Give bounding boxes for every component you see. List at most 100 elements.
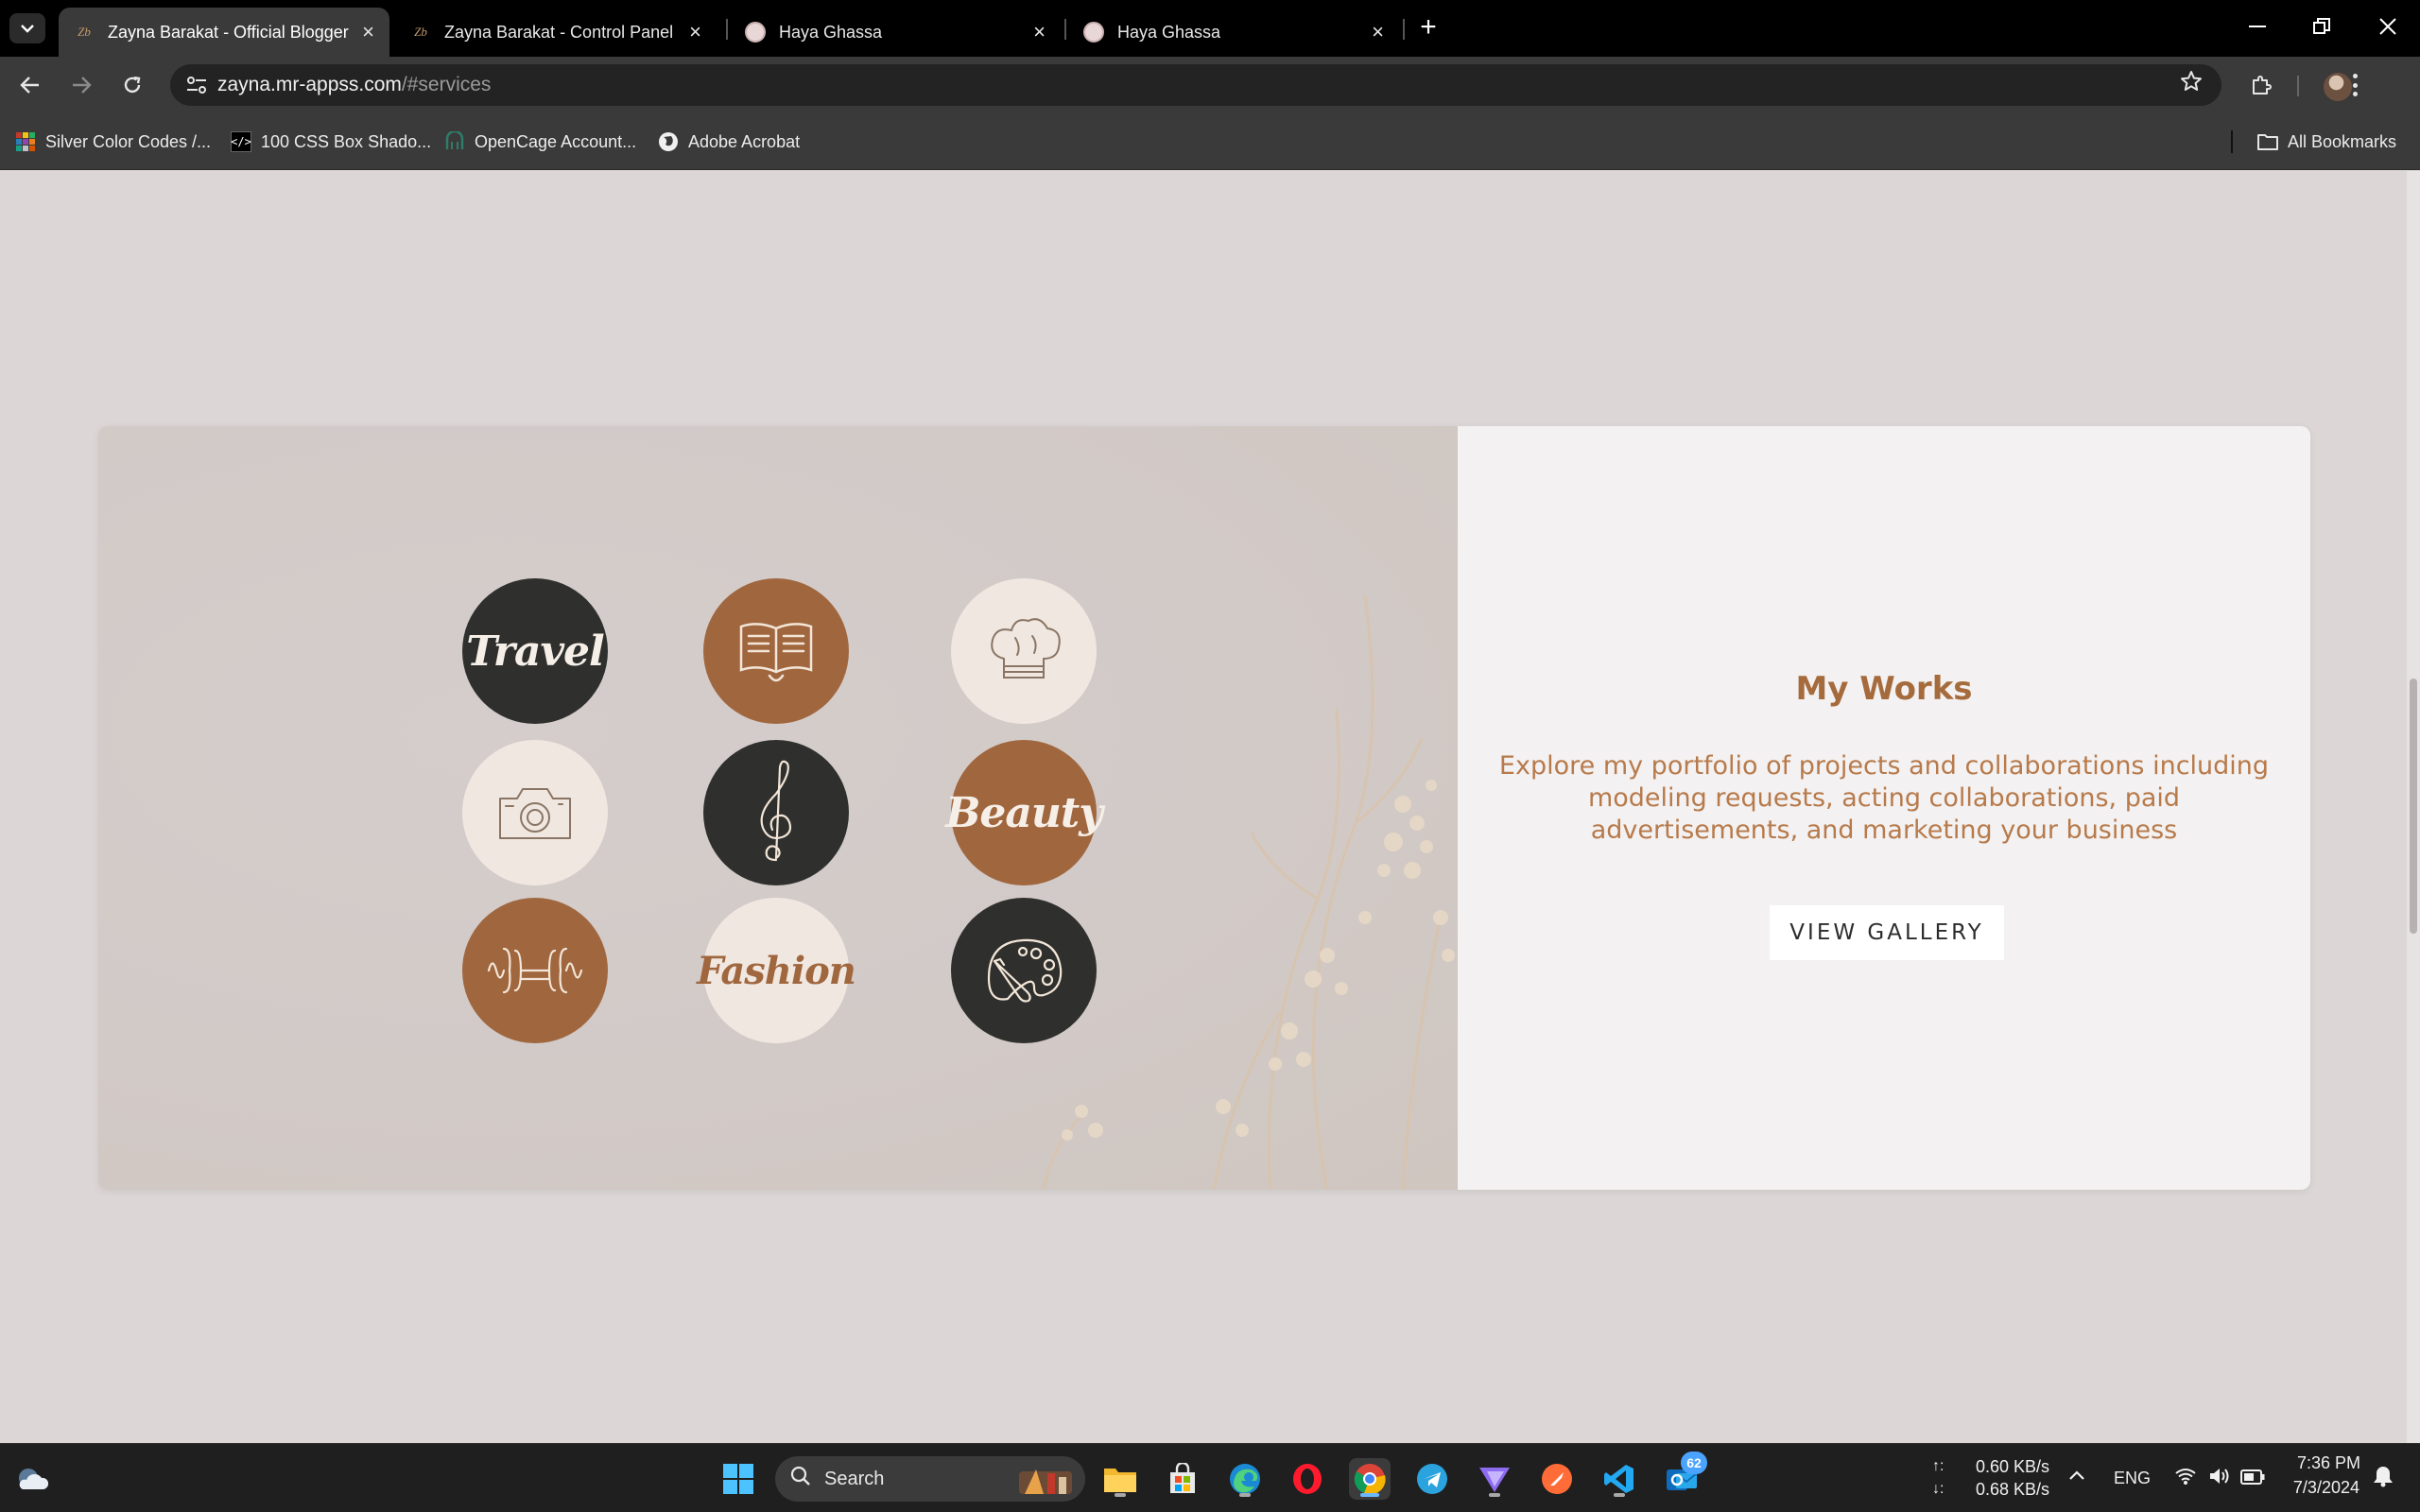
download-arrow: ↓:: [1932, 1481, 1945, 1497]
microsoft-store-app[interactable]: [1162, 1458, 1203, 1500]
url-text: zayna.mr-appss.com/#services: [217, 74, 491, 96]
works-image-panel: Travel Beauty Fashion: [98, 426, 1458, 1190]
chevron-down-icon: [21, 25, 34, 33]
scrollbar-thumb[interactable]: [2410, 679, 2417, 934]
edge-app[interactable]: [1224, 1458, 1266, 1500]
chrome-app[interactable]: [1349, 1458, 1391, 1500]
page-scrollbar[interactable]: [2407, 171, 2420, 1443]
site-info-button[interactable]: [176, 64, 217, 106]
bookmark-label: OpenCage Account...: [475, 131, 637, 151]
new-tab-button[interactable]: +: [1412, 11, 1444, 43]
fashion-label: Fashion: [697, 948, 856, 993]
tab-control-panel[interactable]: Zb Zayna Barakat - Control Panel ×: [395, 8, 717, 57]
travel-highlight[interactable]: Travel: [462, 578, 608, 724]
telegram-app[interactable]: [1411, 1458, 1453, 1500]
search-label: Search: [824, 1468, 885, 1489]
close-icon[interactable]: ×: [1372, 20, 1384, 44]
back-button[interactable]: [13, 68, 47, 102]
battery-icon: [2240, 1469, 2265, 1485]
all-bookmarks-label: All Bookmarks: [2288, 131, 2397, 151]
reload-button[interactable]: [115, 68, 149, 102]
notifications-button[interactable]: [2373, 1465, 2394, 1493]
windows-taskbar: Search ↑: ↓: 0.60 KB/s 0.68 KB/s ENG 7:3…: [0, 1443, 2420, 1512]
bookmark-label: Silver Color Codes /...: [45, 131, 212, 151]
bell-icon: [2374, 1467, 2393, 1487]
vpn-app[interactable]: [1474, 1458, 1515, 1500]
bookmark-label: Adobe Acrobat: [688, 131, 801, 151]
view-gallery-button[interactable]: VIEW GALLERY: [1770, 905, 2004, 960]
battery-button[interactable]: [2240, 1469, 2265, 1490]
file-explorer-app[interactable]: [1099, 1458, 1141, 1500]
clock-date[interactable]: 7/3/2024: [2273, 1478, 2360, 1498]
all-bookmarks-button[interactable]: All Bookmarks: [2257, 129, 2396, 155]
profile-avatar[interactable]: [2324, 73, 2352, 101]
fashion-highlight[interactable]: Fashion: [697, 898, 856, 1043]
close-icon: [2379, 18, 2396, 35]
works-title: My Works: [1795, 670, 1973, 708]
bookmark-adobe-acrobat[interactable]: Adobe Acrobat: [658, 129, 800, 155]
bookmark-css-box-shadows[interactable]: </> 100 CSS Box Shado...: [231, 129, 431, 155]
tab-title: Zayna Barakat - Official Blogger: [108, 22, 349, 42]
mail-unread-badge: 62: [1681, 1452, 1707, 1474]
vscode-icon: [1604, 1465, 1634, 1493]
minimize-button[interactable]: [2229, 8, 2286, 45]
books-highlight[interactable]: [703, 578, 849, 724]
bookmark-silver-color-codes[interactable]: Silver Color Codes /...: [15, 129, 211, 155]
music-highlight[interactable]: [703, 740, 849, 885]
windows-logo-icon: [723, 1464, 753, 1494]
opera-app[interactable]: [1287, 1458, 1328, 1500]
bookmarks-bar: Silver Color Codes /... </> 100 CSS Box …: [0, 113, 2420, 170]
show-hidden-icons-button[interactable]: [2068, 1465, 2085, 1486]
clock-time[interactable]: 7:36 PM: [2297, 1453, 2360, 1473]
chrome-icon: [1354, 1464, 1386, 1495]
postman-app[interactable]: [1536, 1458, 1578, 1500]
bookmark-opencage[interactable]: OpenCage Account...: [444, 129, 636, 155]
dot: [2352, 74, 2358, 78]
bookmark-star-button[interactable]: [2180, 70, 2203, 99]
search-highlight-icon: [1019, 1469, 1072, 1494]
tab-haya-ghassa-2[interactable]: Haya Ghassa ×: [1068, 8, 1399, 57]
close-icon[interactable]: ×: [362, 20, 374, 44]
browser-toolbar: zayna.mr-appss.com/#services: [0, 57, 2420, 113]
language-indicator[interactable]: ENG: [2114, 1469, 2151, 1488]
running-indicator: [1489, 1493, 1500, 1497]
bookmarks-divider: [2231, 130, 2233, 153]
cooking-highlight[interactable]: [951, 578, 1097, 724]
running-indicator: [1115, 1493, 1126, 1497]
globe-icon: [658, 131, 679, 152]
volume-button[interactable]: [2208, 1467, 2231, 1491]
dot: [2352, 92, 2358, 96]
taskbar-search[interactable]: Search: [775, 1456, 1085, 1502]
beauty-highlight[interactable]: Beauty: [945, 740, 1103, 885]
start-button[interactable]: [717, 1458, 759, 1500]
speaker-icon: [2210, 1469, 2229, 1484]
search-icon: [790, 1466, 811, 1492]
vscode-app[interactable]: [1599, 1458, 1640, 1500]
open-book-icon: [739, 623, 813, 682]
profile-favicon-icon: [745, 22, 766, 43]
close-icon[interactable]: ×: [689, 20, 701, 44]
weather-cloud-icon[interactable]: [15, 1463, 49, 1493]
close-window-button[interactable]: [2360, 8, 2416, 45]
restore-button[interactable]: [2293, 8, 2350, 45]
photography-highlight[interactable]: [462, 740, 608, 885]
tab-zayna-blogger[interactable]: Zb Zayna Barakat - Official Blogger ×: [59, 8, 389, 57]
art-highlight[interactable]: [951, 898, 1097, 1043]
extensions-button[interactable]: [2246, 70, 2276, 100]
close-icon[interactable]: ×: [1033, 20, 1046, 44]
zb-favicon-icon: Zb: [414, 25, 427, 39]
chef-hat-icon: [991, 618, 1061, 679]
arrow-left-icon: [20, 77, 39, 94]
tune-icon: [187, 77, 206, 94]
browser-tab-bar: Zb Zayna Barakat - Official Blogger × Zb…: [0, 0, 2420, 57]
tab-haya-ghassa-1[interactable]: Haya Ghassa ×: [730, 8, 1061, 57]
forward-button[interactable]: [64, 68, 98, 102]
toolbar-divider: [2297, 76, 2299, 96]
star-icon: [2181, 71, 2202, 91]
address-bar[interactable]: zayna.mr-appss.com/#services: [170, 64, 2221, 106]
tab-search-button[interactable]: [9, 13, 45, 43]
paint-palette-icon: [987, 938, 1063, 1003]
reload-icon: [124, 76, 141, 94]
network-button[interactable]: [2174, 1467, 2197, 1491]
fitness-highlight[interactable]: [462, 898, 608, 1043]
